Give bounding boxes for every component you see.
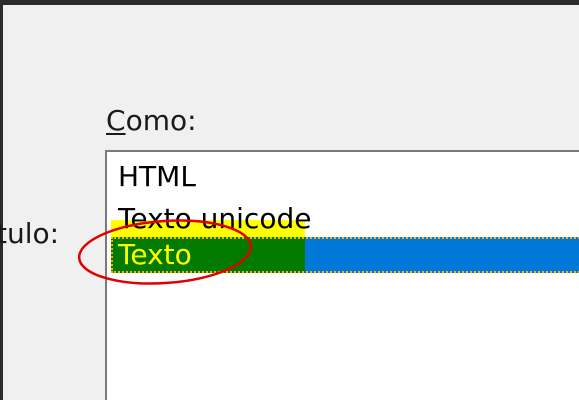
window-frame-left bbox=[0, 0, 3, 400]
como-label: Como: bbox=[106, 103, 197, 139]
titulo-label: tulo: bbox=[0, 217, 60, 250]
list-item-texto[interactable]: Texto bbox=[118, 238, 192, 272]
window-frame-top bbox=[0, 0, 579, 5]
list-item-texto-unicode[interactable]: Texto unicode bbox=[118, 202, 311, 236]
como-label-mnemonic: C bbox=[106, 104, 126, 137]
como-label-text: omo: bbox=[125, 104, 197, 137]
save-as-dialog: Como: tulo: HTML Texto unicode Texto bbox=[0, 0, 579, 400]
format-listbox[interactable]: HTML Texto unicode Texto bbox=[105, 150, 579, 400]
list-item-html[interactable]: HTML bbox=[118, 160, 196, 194]
